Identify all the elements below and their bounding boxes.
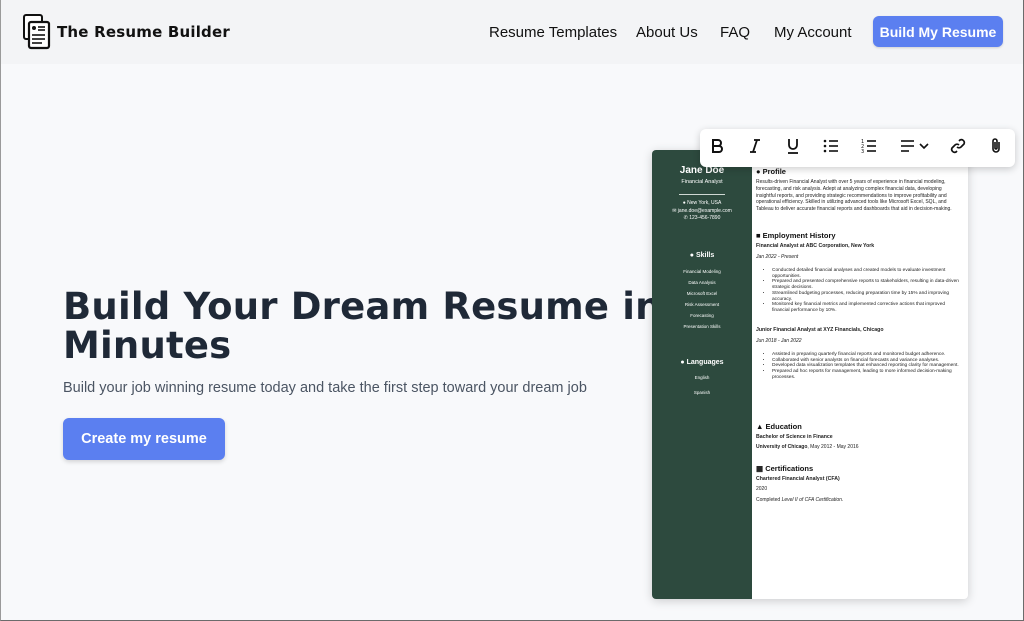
skill-item: Financial Modeling bbox=[683, 269, 721, 274]
lightbulb-icon: ● bbox=[689, 252, 694, 259]
education-heading-text: Education bbox=[765, 422, 802, 431]
school-line: University of Chicago, May 2012 - May 20… bbox=[756, 444, 859, 450]
certifications-heading: ▦ Certifications bbox=[756, 464, 813, 473]
speech-bubble-icon: ● bbox=[680, 359, 685, 366]
phone-text: 123-456-7890 bbox=[689, 215, 721, 221]
school-name: University of Chicago bbox=[756, 444, 808, 450]
hero-subtitle: Build your job winning resume today and … bbox=[63, 380, 587, 396]
resume-preview[interactable]: Jane Doe Financial Analyst ● New York, U… bbox=[652, 150, 968, 599]
job-dates: Jan 2022 - Present bbox=[756, 254, 799, 260]
italic-icon bbox=[748, 138, 762, 159]
job-bullet: Monitored key financial metrics and impl… bbox=[772, 302, 961, 313]
site-header: The Resume Builder Resume Templates Abou… bbox=[0, 0, 1024, 64]
nav-my-account[interactable]: My Account bbox=[774, 24, 852, 41]
employment-heading-text: Employment History bbox=[762, 231, 836, 240]
sidebar-divider bbox=[679, 194, 725, 195]
job-bullet: Assisted in preparing quarterly financia… bbox=[772, 352, 961, 358]
attach-button[interactable] bbox=[985, 138, 1007, 158]
brand-name: The Resume Builder bbox=[57, 23, 230, 41]
map-pin-icon: ● bbox=[682, 200, 686, 206]
cert-note-prefix: Completed bbox=[756, 497, 782, 503]
hero-title: Build Your Dream Resume in Minutes bbox=[63, 285, 662, 367]
underline-button[interactable] bbox=[782, 138, 804, 158]
job-bullets: Conducted detailed financial analyses an… bbox=[766, 268, 961, 314]
skill-item: Forecasting bbox=[690, 313, 714, 318]
nav-resume-templates[interactable]: Resume Templates bbox=[489, 24, 617, 41]
formatting-toolbar: 123 bbox=[700, 129, 1015, 167]
cert-note: Completed Level II of CFA Certification. bbox=[756, 497, 843, 503]
build-my-resume-button[interactable]: Build My Resume bbox=[873, 16, 1003, 47]
grid-icon: ▦ bbox=[756, 464, 764, 473]
profile-text: Results-driven Financial Analyst with ov… bbox=[756, 179, 952, 213]
nav-about-us[interactable]: About Us bbox=[636, 24, 698, 41]
education-heading: ▲ Education bbox=[756, 422, 802, 431]
bullet-list-button[interactable] bbox=[820, 138, 842, 158]
language-item: English bbox=[694, 375, 710, 380]
skills-heading-text: Skills bbox=[695, 252, 715, 259]
location-text: New York, USA bbox=[687, 200, 722, 206]
align-dropdown-icon bbox=[900, 139, 930, 158]
numbered-list-icon: 123 bbox=[861, 138, 877, 158]
underline-icon bbox=[786, 138, 800, 159]
job-bullet: Streamlined budgeting processes, reducin… bbox=[772, 291, 961, 302]
link-button[interactable] bbox=[947, 138, 969, 158]
email-text: jane.doe@example.com bbox=[677, 208, 732, 214]
create-my-resume-button[interactable]: Create my resume bbox=[63, 418, 225, 460]
bullet-list-icon bbox=[823, 139, 839, 158]
align-dropdown-button[interactable] bbox=[898, 138, 932, 158]
user-circle-icon: ● bbox=[756, 167, 761, 176]
languages-heading: ● Languages bbox=[652, 359, 752, 366]
job-bullets: Assisted in preparing quarterly financia… bbox=[766, 352, 961, 381]
job-dates: Jun 2018 - Jan 2022 bbox=[756, 338, 802, 344]
numbered-list-button[interactable]: 123 bbox=[858, 138, 880, 158]
attach-icon bbox=[989, 137, 1003, 159]
svg-text:3: 3 bbox=[861, 149, 864, 153]
resume-email: ✉ jane.doe@example.com bbox=[652, 208, 752, 214]
briefcase-icon: ■ bbox=[756, 231, 761, 240]
resume-role: Financial Analyst bbox=[681, 179, 723, 185]
cert-note-italic: Level II of CFA Certification. bbox=[781, 497, 844, 503]
job-bullet: Conducted detailed financial analyses an… bbox=[772, 268, 961, 279]
document-icon bbox=[22, 14, 52, 50]
graduation-cap-icon: ▲ bbox=[756, 422, 764, 431]
job-bullet: Prepared and presented comprehensive rep… bbox=[772, 279, 961, 290]
bold-icon bbox=[710, 138, 724, 159]
language-item: Spanish bbox=[693, 390, 711, 395]
italic-button[interactable] bbox=[744, 138, 766, 158]
school-dates: , May 2012 - May 2016 bbox=[807, 444, 859, 450]
cert-name: Chartered Financial Analyst (CFA) bbox=[756, 476, 840, 482]
employment-heading: ■ Employment History bbox=[756, 231, 836, 240]
envelope-icon: ✉ bbox=[672, 208, 677, 214]
profile-heading: ● Profile bbox=[756, 167, 786, 176]
nav-faq[interactable]: FAQ bbox=[720, 24, 750, 41]
certifications-heading-text: Certifications bbox=[765, 464, 814, 473]
resume-location: ● New York, USA bbox=[652, 200, 752, 206]
languages-heading-text: Languages bbox=[686, 359, 724, 366]
resume-phone: ✆ 123-456-7890 bbox=[652, 215, 752, 221]
link-icon bbox=[950, 138, 966, 159]
skill-item: Presentation Skills bbox=[683, 324, 721, 329]
skill-item: Microsoft Excel bbox=[686, 291, 718, 296]
cert-year: 2020 bbox=[756, 486, 768, 492]
bold-button[interactable] bbox=[706, 138, 728, 158]
resume-main: ● Profile Results-driven Financial Analy… bbox=[756, 150, 964, 599]
brand-logo[interactable]: The Resume Builder bbox=[22, 14, 230, 50]
skills-heading: ● Skills bbox=[652, 252, 752, 259]
job-bullet: Prepared ad hoc reports for management, … bbox=[772, 369, 961, 380]
degree: Bachelor of Science in Finance bbox=[756, 434, 833, 440]
skill-item: Risk Assessment bbox=[684, 302, 720, 307]
profile-heading-text: Profile bbox=[762, 167, 786, 176]
job-title: Financial Analyst at ABC Corporation, Ne… bbox=[756, 243, 875, 249]
skill-item: Data Analysis bbox=[688, 280, 716, 285]
phone-icon: ✆ bbox=[683, 215, 688, 221]
job-title: Junior Financial Analyst at XYZ Financia… bbox=[756, 327, 884, 333]
resume-sidebar: Jane Doe Financial Analyst ● New York, U… bbox=[652, 150, 752, 599]
